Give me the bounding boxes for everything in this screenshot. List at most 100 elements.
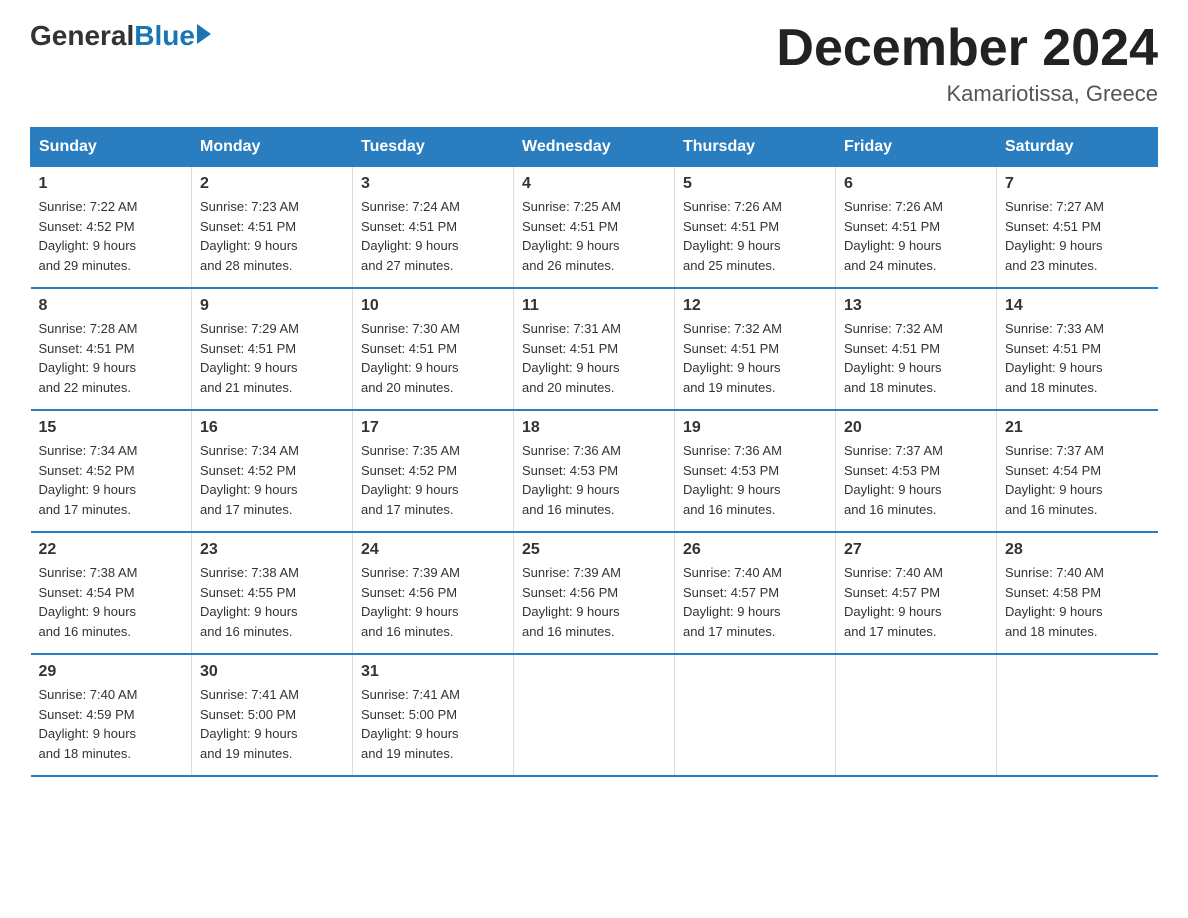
day-number: 18: [522, 419, 666, 437]
day-info: Sunrise: 7:26 AM Sunset: 4:51 PM Dayligh…: [844, 199, 943, 273]
month-title: December 2024: [776, 20, 1158, 77]
page-header: General Blue December 2024 Kamariotissa,…: [30, 20, 1158, 107]
day-number: 22: [39, 541, 184, 559]
title-section: December 2024 Kamariotissa, Greece: [776, 20, 1158, 107]
week-row-2: 8 Sunrise: 7:28 AM Sunset: 4:51 PM Dayli…: [31, 288, 1158, 410]
day-number: 24: [361, 541, 505, 559]
day-number: 12: [683, 297, 827, 315]
header-cell-tuesday: Tuesday: [353, 128, 514, 167]
day-info: Sunrise: 7:28 AM Sunset: 4:51 PM Dayligh…: [39, 321, 138, 395]
day-number: 3: [361, 175, 505, 193]
day-number: 9: [200, 297, 344, 315]
location-subtitle: Kamariotissa, Greece: [776, 81, 1158, 107]
day-cell: 14 Sunrise: 7:33 AM Sunset: 4:51 PM Dayl…: [997, 288, 1158, 410]
header-cell-friday: Friday: [836, 128, 997, 167]
day-info: Sunrise: 7:23 AM Sunset: 4:51 PM Dayligh…: [200, 199, 299, 273]
day-info: Sunrise: 7:35 AM Sunset: 4:52 PM Dayligh…: [361, 443, 460, 517]
day-number: 19: [683, 419, 827, 437]
header-cell-thursday: Thursday: [675, 128, 836, 167]
day-number: 1: [39, 175, 184, 193]
day-info: Sunrise: 7:32 AM Sunset: 4:51 PM Dayligh…: [844, 321, 943, 395]
day-cell: [997, 654, 1158, 776]
day-number: 30: [200, 663, 344, 681]
day-number: 10: [361, 297, 505, 315]
day-cell: 10 Sunrise: 7:30 AM Sunset: 4:51 PM Dayl…: [353, 288, 514, 410]
logo-triangle-icon: [197, 24, 211, 44]
day-cell: 4 Sunrise: 7:25 AM Sunset: 4:51 PM Dayli…: [514, 167, 675, 289]
week-row-4: 22 Sunrise: 7:38 AM Sunset: 4:54 PM Dayl…: [31, 532, 1158, 654]
day-info: Sunrise: 7:39 AM Sunset: 4:56 PM Dayligh…: [522, 565, 621, 639]
day-cell: 15 Sunrise: 7:34 AM Sunset: 4:52 PM Dayl…: [31, 410, 192, 532]
day-number: 14: [1005, 297, 1150, 315]
day-cell: 28 Sunrise: 7:40 AM Sunset: 4:58 PM Dayl…: [997, 532, 1158, 654]
day-cell: 1 Sunrise: 7:22 AM Sunset: 4:52 PM Dayli…: [31, 167, 192, 289]
day-number: 16: [200, 419, 344, 437]
day-cell: 31 Sunrise: 7:41 AM Sunset: 5:00 PM Dayl…: [353, 654, 514, 776]
calendar-header: SundayMondayTuesdayWednesdayThursdayFrid…: [31, 128, 1158, 167]
logo: General Blue: [30, 20, 211, 52]
week-row-1: 1 Sunrise: 7:22 AM Sunset: 4:52 PM Dayli…: [31, 167, 1158, 289]
day-cell: 2 Sunrise: 7:23 AM Sunset: 4:51 PM Dayli…: [192, 167, 353, 289]
header-row: SundayMondayTuesdayWednesdayThursdayFrid…: [31, 128, 1158, 167]
day-cell: 13 Sunrise: 7:32 AM Sunset: 4:51 PM Dayl…: [836, 288, 997, 410]
day-info: Sunrise: 7:37 AM Sunset: 4:54 PM Dayligh…: [1005, 443, 1104, 517]
day-number: 31: [361, 663, 505, 681]
day-info: Sunrise: 7:29 AM Sunset: 4:51 PM Dayligh…: [200, 321, 299, 395]
day-cell: 30 Sunrise: 7:41 AM Sunset: 5:00 PM Dayl…: [192, 654, 353, 776]
day-cell: 27 Sunrise: 7:40 AM Sunset: 4:57 PM Dayl…: [836, 532, 997, 654]
header-cell-saturday: Saturday: [997, 128, 1158, 167]
day-cell: 11 Sunrise: 7:31 AM Sunset: 4:51 PM Dayl…: [514, 288, 675, 410]
header-cell-sunday: Sunday: [31, 128, 192, 167]
day-cell: 24 Sunrise: 7:39 AM Sunset: 4:56 PM Dayl…: [353, 532, 514, 654]
day-number: 4: [522, 175, 666, 193]
day-info: Sunrise: 7:25 AM Sunset: 4:51 PM Dayligh…: [522, 199, 621, 273]
day-number: 2: [200, 175, 344, 193]
day-cell: 21 Sunrise: 7:37 AM Sunset: 4:54 PM Dayl…: [997, 410, 1158, 532]
day-cell: 6 Sunrise: 7:26 AM Sunset: 4:51 PM Dayli…: [836, 167, 997, 289]
day-cell: 17 Sunrise: 7:35 AM Sunset: 4:52 PM Dayl…: [353, 410, 514, 532]
day-info: Sunrise: 7:26 AM Sunset: 4:51 PM Dayligh…: [683, 199, 782, 273]
day-info: Sunrise: 7:39 AM Sunset: 4:56 PM Dayligh…: [361, 565, 460, 639]
day-cell: 9 Sunrise: 7:29 AM Sunset: 4:51 PM Dayli…: [192, 288, 353, 410]
day-number: 26: [683, 541, 827, 559]
day-number: 28: [1005, 541, 1150, 559]
calendar-body: 1 Sunrise: 7:22 AM Sunset: 4:52 PM Dayli…: [31, 167, 1158, 777]
day-number: 8: [39, 297, 184, 315]
day-info: Sunrise: 7:40 AM Sunset: 4:57 PM Dayligh…: [683, 565, 782, 639]
day-info: Sunrise: 7:32 AM Sunset: 4:51 PM Dayligh…: [683, 321, 782, 395]
day-cell: 22 Sunrise: 7:38 AM Sunset: 4:54 PM Dayl…: [31, 532, 192, 654]
day-cell: 26 Sunrise: 7:40 AM Sunset: 4:57 PM Dayl…: [675, 532, 836, 654]
day-number: 5: [683, 175, 827, 193]
day-info: Sunrise: 7:41 AM Sunset: 5:00 PM Dayligh…: [200, 687, 299, 761]
day-cell: 18 Sunrise: 7:36 AM Sunset: 4:53 PM Dayl…: [514, 410, 675, 532]
day-cell: [514, 654, 675, 776]
day-cell: 23 Sunrise: 7:38 AM Sunset: 4:55 PM Dayl…: [192, 532, 353, 654]
day-number: 21: [1005, 419, 1150, 437]
day-number: 7: [1005, 175, 1150, 193]
day-cell: 29 Sunrise: 7:40 AM Sunset: 4:59 PM Dayl…: [31, 654, 192, 776]
day-number: 27: [844, 541, 988, 559]
week-row-3: 15 Sunrise: 7:34 AM Sunset: 4:52 PM Dayl…: [31, 410, 1158, 532]
day-info: Sunrise: 7:30 AM Sunset: 4:51 PM Dayligh…: [361, 321, 460, 395]
day-info: Sunrise: 7:22 AM Sunset: 4:52 PM Dayligh…: [39, 199, 138, 273]
day-info: Sunrise: 7:24 AM Sunset: 4:51 PM Dayligh…: [361, 199, 460, 273]
logo-general-text: General: [30, 20, 134, 52]
day-cell: 12 Sunrise: 7:32 AM Sunset: 4:51 PM Dayl…: [675, 288, 836, 410]
day-cell: 16 Sunrise: 7:34 AM Sunset: 4:52 PM Dayl…: [192, 410, 353, 532]
day-info: Sunrise: 7:34 AM Sunset: 4:52 PM Dayligh…: [200, 443, 299, 517]
day-info: Sunrise: 7:34 AM Sunset: 4:52 PM Dayligh…: [39, 443, 138, 517]
day-cell: 5 Sunrise: 7:26 AM Sunset: 4:51 PM Dayli…: [675, 167, 836, 289]
day-cell: 8 Sunrise: 7:28 AM Sunset: 4:51 PM Dayli…: [31, 288, 192, 410]
day-number: 25: [522, 541, 666, 559]
day-info: Sunrise: 7:38 AM Sunset: 4:54 PM Dayligh…: [39, 565, 138, 639]
day-cell: 20 Sunrise: 7:37 AM Sunset: 4:53 PM Dayl…: [836, 410, 997, 532]
day-info: Sunrise: 7:38 AM Sunset: 4:55 PM Dayligh…: [200, 565, 299, 639]
day-info: Sunrise: 7:36 AM Sunset: 4:53 PM Dayligh…: [683, 443, 782, 517]
day-cell: 7 Sunrise: 7:27 AM Sunset: 4:51 PM Dayli…: [997, 167, 1158, 289]
day-info: Sunrise: 7:41 AM Sunset: 5:00 PM Dayligh…: [361, 687, 460, 761]
day-info: Sunrise: 7:27 AM Sunset: 4:51 PM Dayligh…: [1005, 199, 1104, 273]
day-cell: [675, 654, 836, 776]
day-info: Sunrise: 7:40 AM Sunset: 4:57 PM Dayligh…: [844, 565, 943, 639]
day-info: Sunrise: 7:31 AM Sunset: 4:51 PM Dayligh…: [522, 321, 621, 395]
day-info: Sunrise: 7:37 AM Sunset: 4:53 PM Dayligh…: [844, 443, 943, 517]
